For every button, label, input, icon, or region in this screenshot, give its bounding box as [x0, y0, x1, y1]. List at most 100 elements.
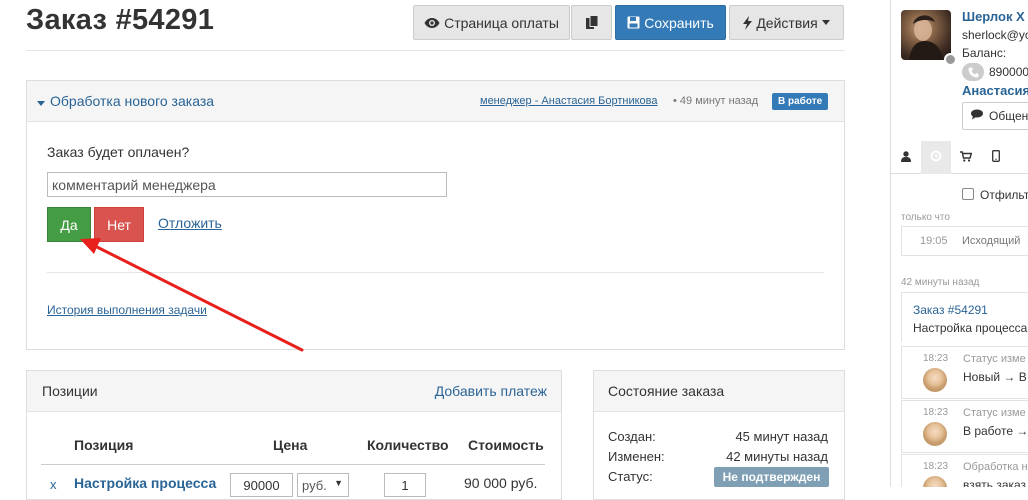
event-title: Обработка н: [963, 461, 1028, 473]
customer-name-link[interactable]: Шерлок Х: [962, 9, 1025, 24]
postpone-link[interactable]: Отложить: [158, 215, 222, 231]
actions-dropdown-button[interactable]: Действия: [729, 5, 844, 40]
payment-page-button[interactable]: Страница оплаты: [413, 5, 570, 40]
add-payment-link[interactable]: Добавить платеж: [435, 383, 547, 399]
caret-down-icon: [37, 93, 45, 109]
customer-sidebar: Шерлок Х sherlock@yo Баланс: 8900000 Ана…: [890, 0, 1028, 487]
modified-value: 42 минуты назад: [726, 449, 828, 464]
eye-icon: [424, 17, 440, 29]
avatar: [923, 476, 947, 487]
currency-select[interactable]: руб. ▼: [297, 473, 349, 497]
balance-label: Баланс:: [962, 46, 1007, 60]
task-time: • 49 минут назад: [673, 95, 759, 107]
column-header-position: Позиция: [74, 437, 134, 453]
tab-mobile[interactable]: [981, 141, 1011, 174]
phone-icon[interactable]: [962, 63, 984, 81]
order-event: Заказ #54291 Настройка процесса: [901, 292, 1028, 342]
created-label: Создан:: [608, 429, 656, 444]
position-cost: 90 000 руб.: [464, 475, 538, 491]
task-divider: [47, 272, 824, 273]
event-time: 18:23: [923, 461, 949, 472]
customer-avatar: [901, 10, 951, 60]
column-header-quantity: Количество: [367, 437, 449, 453]
list-item: 18:23 Обработка н взять заказ: [901, 454, 1028, 487]
online-status-dot: [944, 53, 957, 66]
created-value: 45 минут назад: [735, 429, 828, 444]
user-icon: [901, 149, 911, 167]
chat-button[interactable]: Общен: [962, 102, 1028, 130]
quantity-input[interactable]: 1: [384, 473, 426, 497]
order-event-description: Настройка процесса: [913, 321, 1028, 335]
task-title: Обработка нового заказа: [50, 93, 215, 109]
bolt-icon: [743, 15, 753, 30]
table-header-divider: [41, 464, 545, 465]
tab-history[interactable]: [921, 141, 951, 174]
avatar: [923, 422, 947, 446]
cart-icon: [960, 149, 973, 167]
event-title: Статус изме: [963, 353, 1026, 365]
page-title: Заказ #54291: [26, 4, 215, 36]
task-panel-header: Обработка нового заказа менеджер - Анаст…: [27, 81, 844, 122]
filter-label: Отфильтр: [980, 188, 1028, 202]
payment-page-label: Страница оплаты: [444, 14, 559, 31]
chat-bubble-icon: [971, 109, 984, 123]
copy-icon: [585, 15, 599, 30]
remove-position-button[interactable]: x: [50, 477, 57, 492]
event-text: взять заказ: [963, 478, 1027, 487]
column-header-price: Цена: [273, 437, 308, 453]
call-time: 19:05: [920, 235, 948, 247]
order-event-link[interactable]: Заказ #54291: [913, 303, 988, 317]
order-state-header: Состояние заказа: [594, 371, 844, 412]
mobile-icon: [992, 149, 1000, 167]
positions-header: Позиции Добавить платеж: [27, 371, 561, 412]
positions-title: Позиции: [42, 383, 98, 399]
call-text: Исходящий: [962, 235, 1021, 247]
column-header-cost: Стоимость: [468, 437, 544, 453]
price-input[interactable]: 90000: [230, 473, 293, 497]
event-time: 18:23: [923, 407, 949, 418]
event-title: Статус изме: [963, 407, 1026, 419]
caret-down-icon: [821, 20, 830, 25]
customer-email: sherlock@yo: [962, 28, 1028, 42]
positions-panel: Позиции Добавить платеж Позиция Цена Кол…: [26, 370, 562, 500]
status-label: Статус:: [608, 469, 653, 484]
avatar: [923, 368, 947, 392]
event-time: 18:23: [923, 353, 949, 364]
history-icon: [930, 149, 942, 167]
order-state-title: Состояние заказа: [608, 383, 725, 399]
call-event[interactable]: 19:05 Исходящий: [901, 226, 1028, 256]
task-question: Заказ будет оплачен?: [47, 144, 190, 160]
currency-value: руб.: [302, 478, 327, 493]
save-button[interactable]: Сохранить: [615, 5, 726, 40]
list-item: 18:23 Статус изме В работе →: [901, 400, 1028, 453]
no-button[interactable]: Нет: [94, 207, 144, 242]
tab-user[interactable]: [891, 141, 921, 174]
filter-checkbox[interactable]: [962, 188, 974, 200]
task-history-link[interactable]: История выполнения задачи: [47, 303, 207, 317]
chat-label: Общен: [989, 109, 1028, 123]
task-panel: Обработка нового заказа менеджер - Анаст…: [26, 80, 845, 350]
order-state-panel: Состояние заказа Создан: 45 минут назад …: [593, 370, 845, 500]
group-label-42min: 42 минуты назад: [901, 277, 980, 288]
sidebar-tabs: [891, 141, 1028, 174]
event-text: В работе →: [963, 424, 1028, 438]
order-status-badge[interactable]: Не подтвержден: [714, 467, 829, 487]
status-badge: В работе: [772, 93, 829, 110]
customer-phone: 8900000: [989, 65, 1028, 79]
group-label-now: только что: [901, 212, 950, 223]
modified-label: Изменен:: [608, 449, 665, 464]
customer-manager-link[interactable]: Анастасия: [962, 83, 1028, 98]
event-text: Новый → В р: [963, 370, 1028, 384]
tab-cart[interactable]: [951, 141, 981, 174]
floppy-disk-icon: [627, 16, 640, 29]
position-name-link[interactable]: Настройка процесса: [74, 475, 216, 491]
save-label: Сохранить: [644, 14, 714, 31]
list-item: 18:23 Статус изме Новый → В р: [901, 346, 1028, 399]
task-title-toggle[interactable]: Обработка нового заказа: [37, 93, 214, 109]
copy-button[interactable]: [571, 5, 612, 40]
header-divider: [26, 50, 845, 51]
actions-label: Действия: [756, 14, 818, 31]
task-manager-link[interactable]: менеджер - Анастасия Бортникова: [480, 95, 658, 107]
manager-comment-input[interactable]: [47, 172, 447, 197]
yes-button[interactable]: Да: [47, 207, 91, 242]
